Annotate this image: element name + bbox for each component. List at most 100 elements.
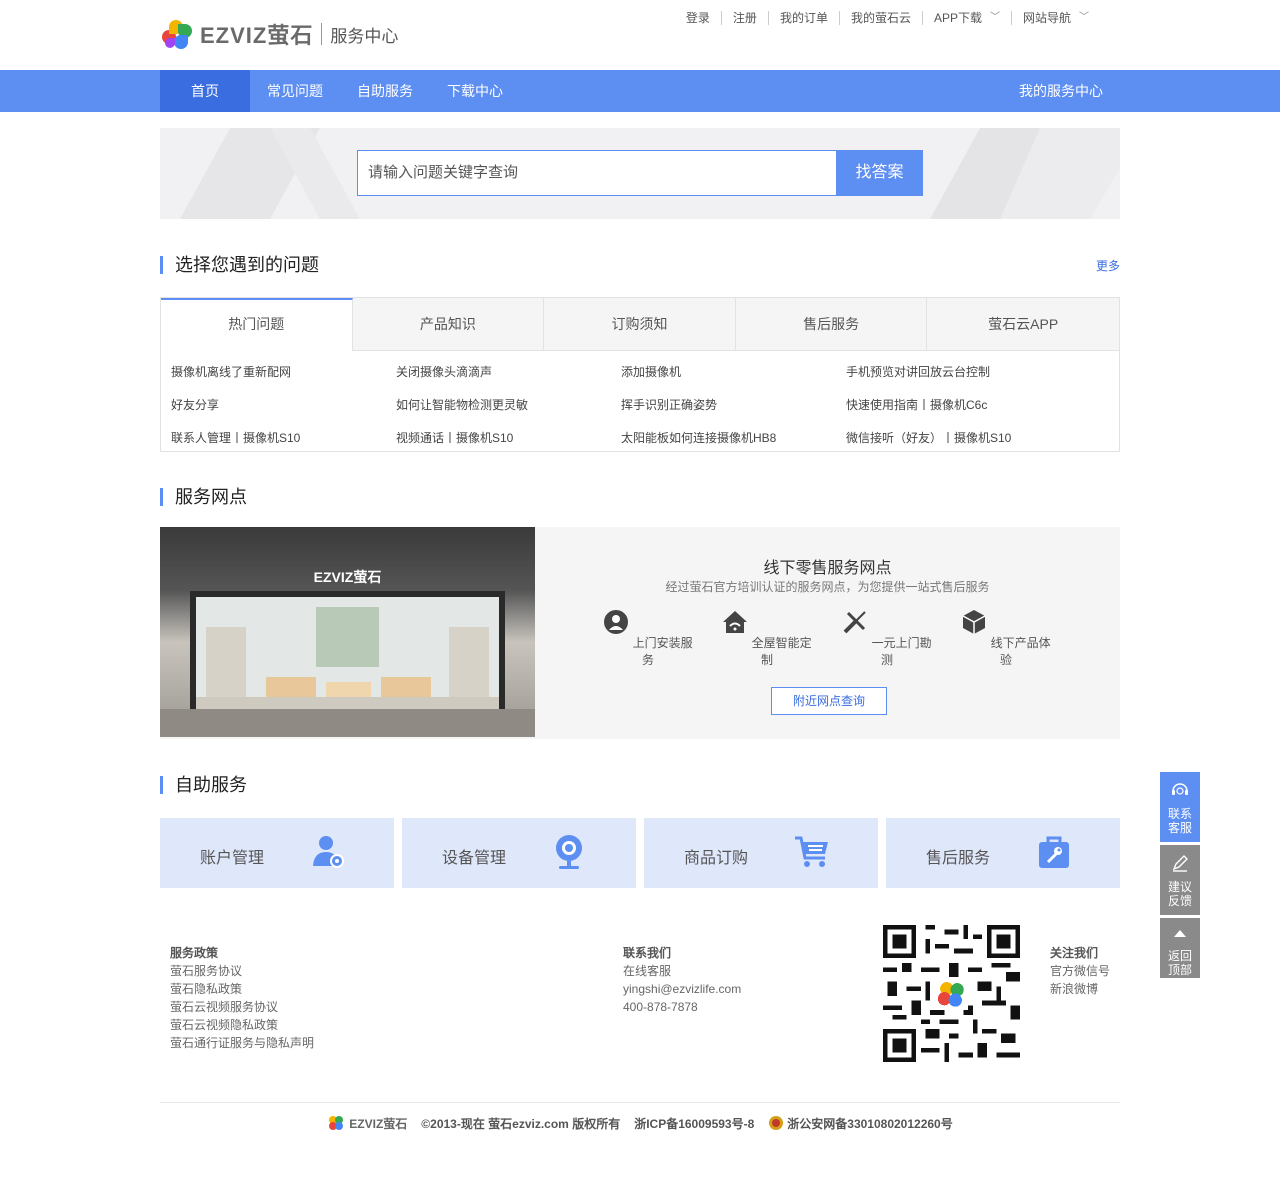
footer-email: yingshi@ezvizlife.com	[623, 982, 742, 996]
feature-label: 一元上门勘测	[871, 636, 932, 667]
outlets-heading: 线下零售服务网点	[763, 560, 892, 577]
installer-icon	[604, 610, 629, 634]
search-button[interactable]: 找答案	[836, 150, 923, 196]
cart-icon	[795, 836, 828, 867]
problem-links: 摄像机离线了重新配网 关闭摄像头滴滴声 添加摄像机 手机预览对讲回放云台控制 好…	[161, 351, 1119, 460]
problem-link[interactable]: 挥手识别正确姿势	[621, 394, 846, 427]
copyright: ©2013-现在 萤石ezviz.com 版权所有	[421, 1116, 621, 1131]
login-link[interactable]: 登录	[675, 11, 721, 25]
nav-download[interactable]: 下载中心	[430, 70, 520, 112]
card-label: 设备管理	[442, 850, 507, 867]
nav-my-service-center[interactable]: 我的服务中心	[1019, 70, 1103, 112]
side-label: 建议	[1167, 880, 1192, 894]
store-interior	[196, 597, 499, 715]
tab-ezviz-app[interactable]: 萤石云APP	[927, 298, 1119, 351]
footer-bottom: EZVIZ萤石 ©2013-现在 萤石ezviz.com 版权所有 浙ICP备1…	[0, 1114, 1280, 1132]
footer-link[interactable]: 萤石云视频服务协议	[170, 998, 314, 1016]
problem-link[interactable]: 联系人管理丨摄像机S10	[171, 427, 396, 460]
icp-number[interactable]: 浙ICP备16009593号-8	[634, 1115, 754, 1132]
problem-link[interactable]: 微信接听（好友）丨摄像机S10	[846, 427, 1071, 460]
site-nav-menu[interactable]: 网站导航 ﹀	[1010, 11, 1100, 25]
side-label: 顶部	[1167, 963, 1192, 977]
problem-link[interactable]: 太阳能板如何连接摄像机HB8	[621, 427, 846, 460]
after-sales-card[interactable]: 售后服务	[886, 818, 1120, 888]
tab-after-sales[interactable]: 售后服务	[735, 298, 928, 351]
footer-logo: EZVIZ萤石	[327, 1114, 407, 1132]
my-orders-link[interactable]: 我的订单	[767, 11, 839, 25]
footer-link[interactable]: 萤石隐私政策	[170, 980, 314, 998]
footer-link[interactable]: 在线客服	[623, 962, 741, 980]
nav-self-service[interactable]: 自助服务	[340, 70, 430, 112]
side-label: 客服	[1167, 821, 1192, 835]
problem-link[interactable]: 视频通话丨摄像机S10	[396, 427, 621, 460]
feature-survey: 一元上门勘测	[842, 609, 932, 668]
contact-support-button[interactable]: 联系 客服	[1160, 772, 1200, 842]
feature-smart-home: 全屋智能定制	[722, 609, 812, 668]
app-download-label: APP下载	[933, 11, 982, 25]
problem-link[interactable]: 手机预览对讲回放云台控制	[846, 361, 1071, 394]
outlets-panel: EZVIZ萤石 线下零售服务网点 经过萤石官方培训认证的服务网点，为您提供一站式…	[160, 527, 1120, 739]
footer-heading: 联系我们	[623, 946, 672, 960]
service-center-label: 服务中心	[330, 26, 399, 46]
tab-order-notice[interactable]: 订购须知	[544, 298, 736, 351]
footer-link[interactable]: 新浪微博	[1050, 980, 1110, 998]
device-management-card[interactable]: 设备管理	[402, 818, 636, 888]
store-photo: EZVIZ萤石	[160, 527, 535, 737]
tools-icon	[843, 611, 867, 634]
back-to-top-button[interactable]: 返回 顶部	[1160, 918, 1200, 978]
footer-link[interactable]: 萤石通行证服务与隐私声明	[170, 1034, 314, 1052]
nav-faq[interactable]: 常见问题	[250, 70, 340, 112]
register-link[interactable]: 注册	[720, 11, 768, 25]
edit-icon	[1172, 855, 1188, 872]
chevron-down-icon: ﹀	[989, 12, 1000, 23]
card-label: 售后服务	[926, 850, 991, 867]
problem-link[interactable]: 添加摄像机	[621, 361, 846, 394]
footer-link[interactable]: 萤石云视频隐私政策	[170, 1016, 314, 1034]
footer-heading: 关注我们	[1050, 946, 1099, 960]
problem-link[interactable]: 好友分享	[171, 394, 396, 427]
footer-link[interactable]: 官方微信号	[1050, 962, 1110, 980]
card-label: 账户管理	[200, 850, 265, 867]
problem-link[interactable]: 如何让智能物检测更灵敏	[396, 394, 621, 427]
footer-phone: 400-878-7878	[623, 1000, 698, 1014]
problem-link[interactable]: 关闭摄像头滴滴声	[396, 361, 621, 394]
feature-label: 上门安装服务	[632, 636, 693, 667]
problem-link[interactable]: 快速使用指南丨摄像机C6c	[846, 394, 1071, 427]
footer-link[interactable]: 萤石服务协议	[170, 962, 314, 980]
side-label: 联系	[1167, 807, 1192, 821]
problems-panel: 热门问题 产品知识 订购须知 售后服务 萤石云APP 摄像机离线了重新配网 关闭…	[160, 297, 1120, 452]
police-record-label: 浙公安网备33010802012260号	[787, 1116, 953, 1131]
app-download-menu[interactable]: APP下载 ﹀	[921, 11, 1011, 25]
outlets-section-title: 服务网点	[160, 488, 247, 506]
police-badge-icon	[769, 1116, 784, 1130]
account-management-card[interactable]: 账户管理	[160, 818, 394, 888]
problem-link[interactable]: 摄像机离线了重新配网	[171, 361, 396, 394]
cube-icon	[962, 610, 986, 634]
main-nav: 首页 常见问题 自助服务 下载中心 我的服务中心	[0, 70, 1280, 112]
feedback-button[interactable]: 建议 反馈	[1160, 845, 1200, 915]
brand-name: EZVIZ萤石	[200, 23, 314, 48]
footer-brand: EZVIZ萤石	[349, 1116, 408, 1131]
logo[interactable]: EZVIZ萤石 服务中心	[160, 18, 398, 50]
footer-policy: 服务政策 萤石服务协议 萤石隐私政策 萤石云视频服务协议 萤石云视频隐私政策 萤…	[170, 944, 314, 1052]
feature-label: 线下产品体验	[990, 636, 1051, 667]
police-record[interactable]: 浙公安网备33010802012260号	[768, 1115, 953, 1132]
footer-divider	[160, 1102, 1120, 1103]
product-order-card[interactable]: 商品订购	[644, 818, 878, 888]
arrow-up-icon	[1174, 930, 1186, 937]
side-label: 返回	[1167, 949, 1192, 963]
tab-hot-questions[interactable]: 热门问题	[161, 298, 353, 351]
feature-install: 上门安装服务	[603, 609, 693, 668]
footer-heading: 服务政策	[170, 946, 219, 960]
my-cloud-link[interactable]: 我的萤石云	[838, 11, 922, 25]
toolbox-icon	[1039, 836, 1069, 868]
nav-home[interactable]: 首页	[160, 70, 250, 112]
store-front	[190, 591, 505, 721]
footer-contact: 联系我们 在线客服 yingshi@ezvizlife.com 400-878-…	[623, 944, 741, 1016]
tab-product-knowledge[interactable]: 产品知识	[352, 298, 545, 351]
nearby-outlets-button[interactable]: 附近网点查询	[771, 687, 887, 715]
store-sign: EZVIZ萤石	[313, 569, 382, 585]
outlets-subtitle: 经过萤石官方培训认证的服务网点，为您提供一站式售后服务	[665, 580, 990, 594]
more-link[interactable]: 更多	[1096, 257, 1120, 274]
search-input[interactable]: 请输入问题关键字查询	[357, 150, 837, 196]
